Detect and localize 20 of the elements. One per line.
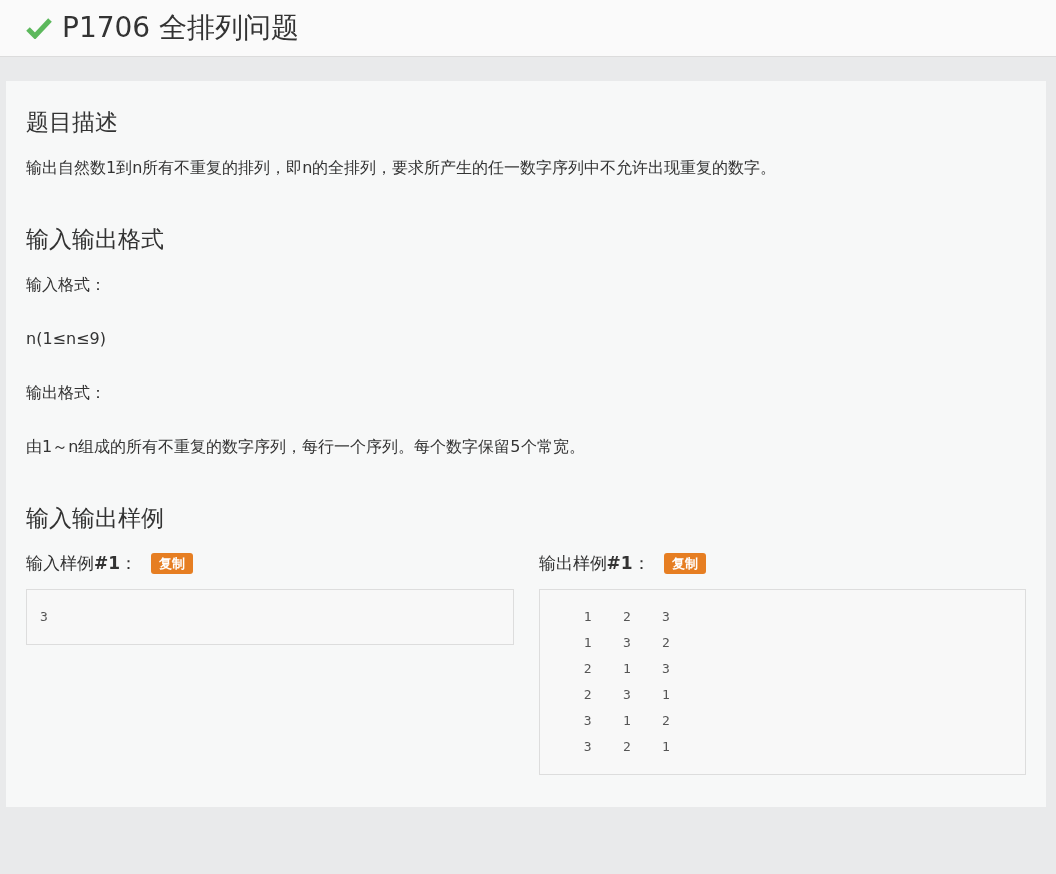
- problem-title: P1706 全排列问题: [62, 10, 300, 46]
- section-text: n(1≤n≤9): [26, 328, 107, 350]
- section-text: 输出自然数1到n所有不重复的排列，即n的全排列，要求所产生的任一数字序列中不允许出现重复的数字。: [26, 157, 778, 179]
- code-line: 3: [40, 608, 49, 626]
- sample-label: 输出样例#1：: [538, 552, 650, 575]
- section-heading: 输入输出格式: [26, 225, 165, 254]
- copy-button[interactable]: 复制: [663, 553, 706, 574]
- code-line: 1 2 3: [582, 608, 671, 626]
- copy-button[interactable]: 复制: [151, 553, 194, 574]
- code-line: 3 1 2: [582, 712, 671, 730]
- section-text: 输出格式：: [26, 382, 107, 404]
- sample-label: 输入样例#1：: [26, 552, 138, 575]
- section-heading: 输入输出样例: [26, 504, 165, 533]
- code-line: 1 3 2: [582, 634, 671, 652]
- code-line: 2 3 1: [582, 686, 671, 704]
- section-text: 输入格式：: [26, 274, 107, 296]
- section-text: 由1～n组成的所有不重复的数字序列，每行一个序列。每个数字保留5个常宽。: [26, 436, 586, 458]
- code-line: 2 1 3: [582, 660, 671, 678]
- section-heading: 题目描述: [26, 108, 119, 137]
- code-line: 3 2 1: [582, 738, 671, 756]
